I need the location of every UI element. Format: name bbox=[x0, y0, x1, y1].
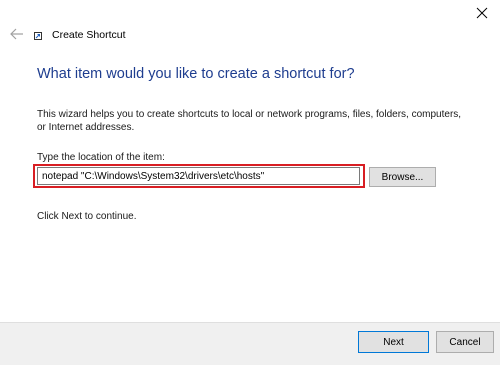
close-icon bbox=[476, 6, 488, 24]
create-shortcut-window: Create Shortcut What item would you like… bbox=[0, 0, 500, 365]
location-input[interactable] bbox=[37, 167, 360, 185]
cancel-button[interactable]: Cancel bbox=[436, 331, 494, 353]
window-title: Create Shortcut bbox=[52, 29, 126, 41]
close-button[interactable] bbox=[464, 0, 500, 30]
page-heading: What item would you like to create a sho… bbox=[37, 66, 355, 82]
next-button[interactable]: Next bbox=[358, 331, 429, 353]
browse-button[interactable]: Browse... bbox=[369, 167, 436, 187]
back-arrow-icon bbox=[10, 27, 24, 45]
continue-hint: Click Next to continue. bbox=[37, 211, 137, 222]
location-label: Type the location of the item: bbox=[37, 152, 165, 163]
wizard-description: This wizard helps you to create shortcut… bbox=[37, 109, 462, 133]
back-button[interactable] bbox=[8, 27, 26, 45]
shortcut-app-icon bbox=[34, 32, 42, 40]
title-bar: Create Shortcut bbox=[0, 0, 500, 48]
